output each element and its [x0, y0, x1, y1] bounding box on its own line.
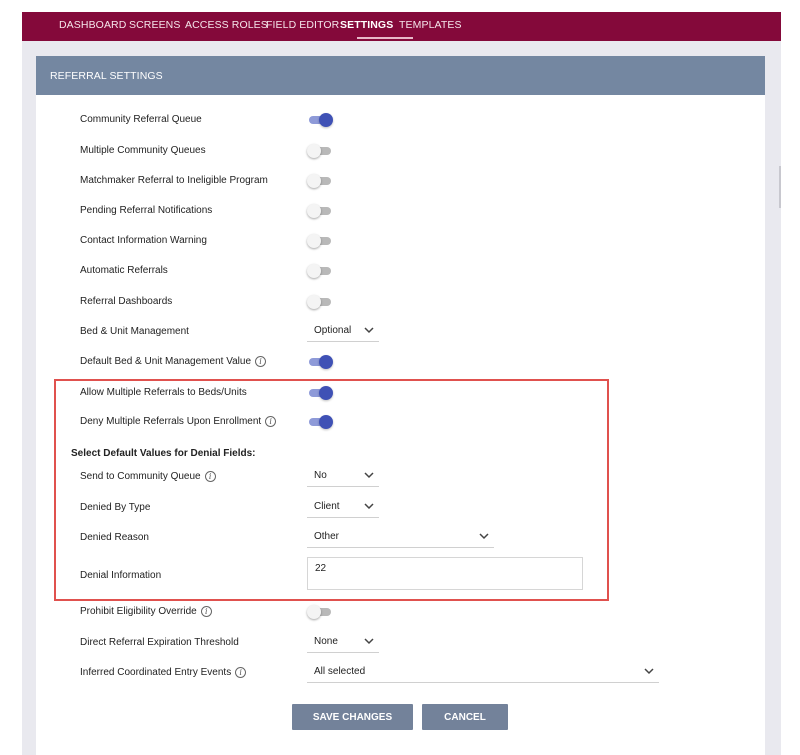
default-bed-unit-value-label: Default Bed & Unit Management Value i — [80, 356, 267, 367]
tab-dashboard[interactable]: DASHBOARD — [59, 19, 126, 31]
direct-referral-expiration-label: Direct Referral Expiration Threshold — [80, 637, 239, 648]
info-icon[interactable]: i — [200, 606, 212, 617]
automatic-referrals-toggle[interactable] — [307, 264, 333, 278]
direct-referral-expiration-select[interactable]: None — [307, 633, 379, 653]
tab-settings[interactable]: SETTINGS — [340, 19, 393, 31]
denied-by-type-label: Denied By Type — [80, 502, 151, 513]
multiple-community-queues-toggle[interactable] — [307, 144, 333, 158]
prohibit-eligibility-override-label: Prohibit Eligibility Override i — [80, 606, 212, 617]
denial-information-textarea[interactable]: 22 — [307, 557, 583, 590]
send-to-community-queue-label: Send to Community Queue i — [80, 471, 216, 482]
inferred-coordinated-entry-label: Inferred Coordinated Entry Events i — [80, 667, 247, 678]
top-nav: DASHBOARD SCREENS ACCESS ROLES FIELD EDI… — [22, 12, 781, 41]
multiple-community-queues-label: Multiple Community Queues — [80, 145, 206, 156]
allow-multiple-referrals-label: Allow Multiple Referrals to Beds/Units — [80, 387, 247, 398]
prohibit-eligibility-override-toggle[interactable] — [307, 605, 333, 619]
contact-information-warning-toggle[interactable] — [307, 234, 333, 248]
referral-dashboards-toggle[interactable] — [307, 295, 333, 309]
denial-information-label: Denial Information — [80, 570, 162, 581]
bed-unit-management-select[interactable]: Optional — [307, 322, 379, 342]
cancel-button[interactable]: CANCEL — [422, 704, 508, 730]
automatic-referrals-label: Automatic Referrals — [80, 265, 168, 276]
denied-reason-select[interactable]: Other — [307, 528, 494, 548]
deny-multiple-referrals-label: Deny Multiple Referrals Upon Enrollment … — [80, 416, 277, 427]
bed-unit-management-label: Bed & Unit Management — [80, 326, 189, 337]
inferred-coordinated-entry-select[interactable]: All selected — [307, 663, 659, 683]
chevron-down-icon — [644, 668, 654, 675]
tab-field-editor[interactable]: FIELD EDITOR — [266, 19, 339, 31]
matchmaker-referral-label: Matchmaker Referral to Ineligible Progra… — [80, 175, 268, 186]
active-tab-indicator — [357, 37, 413, 39]
save-changes-button[interactable]: SAVE CHANGES — [292, 704, 413, 730]
info-icon[interactable]: i — [265, 416, 277, 427]
info-icon[interactable]: i — [255, 356, 267, 367]
denial-fields-heading: Select Default Values for Denial Fields: — [71, 448, 256, 459]
scrollbar-thumb[interactable] — [779, 166, 781, 208]
deny-multiple-referrals-toggle[interactable] — [307, 415, 333, 429]
matchmaker-referral-toggle[interactable] — [307, 174, 333, 188]
send-to-community-queue-select[interactable]: No — [307, 467, 379, 487]
community-referral-queue-label: Community Referral Queue — [80, 114, 202, 125]
tab-access-roles[interactable]: ACCESS ROLES — [185, 19, 268, 31]
tab-templates[interactable]: TEMPLATES — [399, 19, 462, 31]
tab-screens[interactable]: SCREENS — [129, 19, 180, 31]
chevron-down-icon — [364, 503, 374, 510]
referral-dashboards-label: Referral Dashboards — [80, 296, 173, 307]
default-bed-unit-value-toggle[interactable] — [307, 355, 333, 369]
contact-information-warning-label: Contact Information Warning — [80, 235, 207, 246]
info-icon[interactable]: i — [235, 667, 247, 678]
chevron-down-icon — [479, 533, 489, 540]
denied-by-type-select[interactable]: Client — [307, 498, 379, 518]
info-icon[interactable]: i — [204, 471, 216, 482]
chevron-down-icon — [364, 638, 374, 645]
denied-reason-label: Denied Reason — [80, 532, 149, 543]
section-header: REFERRAL SETTINGS — [36, 56, 765, 95]
pending-referral-notifications-toggle[interactable] — [307, 204, 333, 218]
allow-multiple-referrals-toggle[interactable] — [307, 386, 333, 400]
chevron-down-icon — [364, 327, 374, 334]
chevron-down-icon — [364, 472, 374, 479]
community-referral-queue-toggle[interactable] — [307, 113, 333, 127]
pending-referral-notifications-label: Pending Referral Notifications — [80, 205, 213, 216]
section-title: REFERRAL SETTINGS — [50, 70, 163, 82]
